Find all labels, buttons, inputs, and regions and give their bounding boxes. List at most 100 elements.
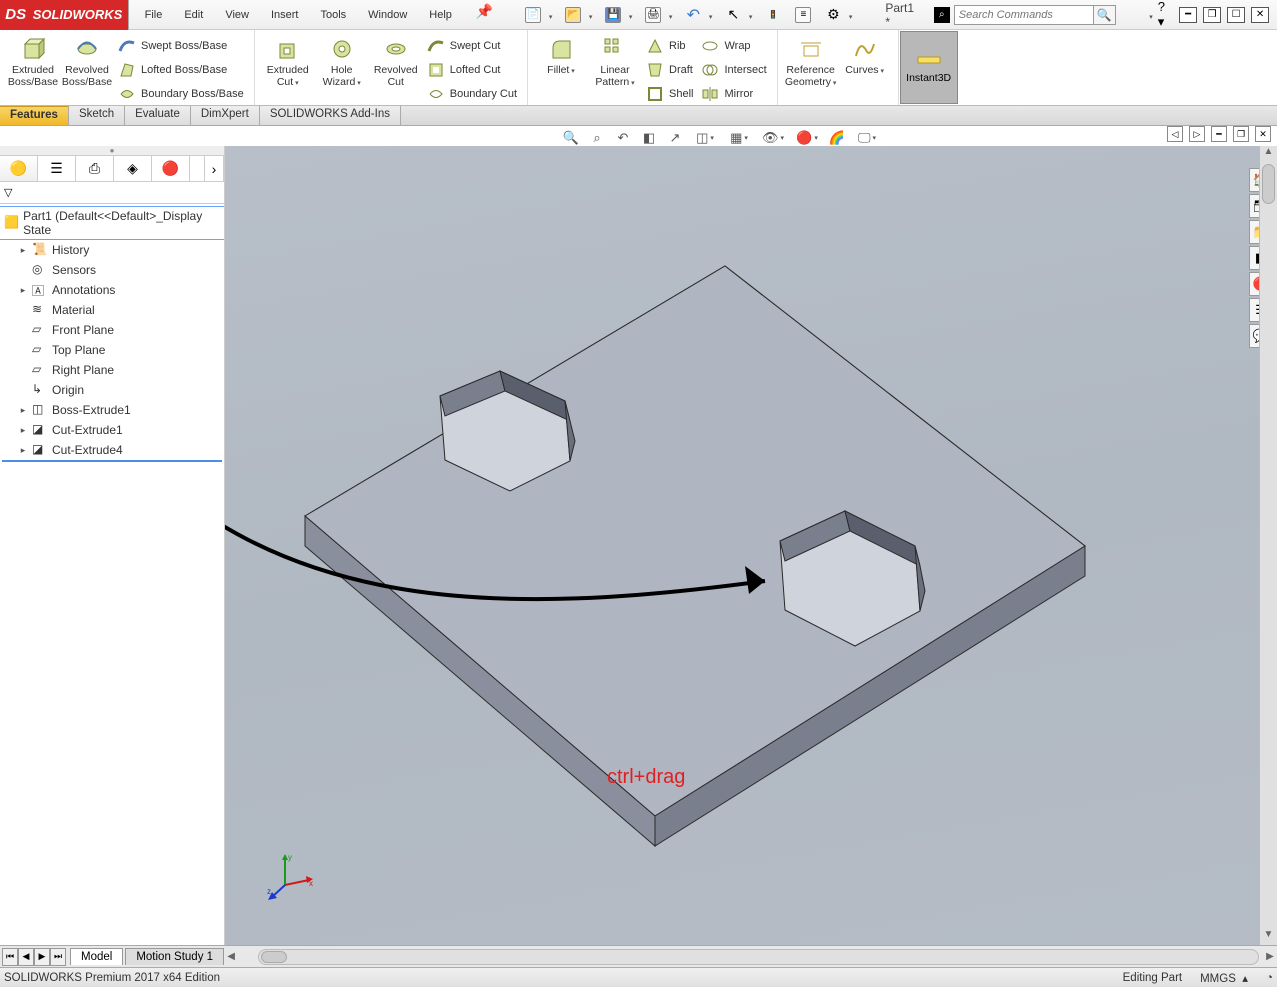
intersect-button[interactable]: Intersect	[699, 58, 768, 82]
lofted-boss-button[interactable]: Lofted Boss/Base	[116, 58, 246, 82]
help-button[interactable]: ? ▾	[1158, 0, 1173, 30]
expand-icon[interactable]: ▸	[18, 405, 28, 416]
pin-icon[interactable]: 📌	[470, 3, 499, 27]
extruded-boss-button[interactable]: Extruded Boss/Base	[6, 32, 60, 103]
draft-button[interactable]: Draft	[644, 58, 695, 82]
tree-filter[interactable]: ▽	[0, 182, 224, 204]
swept-cut-button[interactable]: Swept Cut	[425, 34, 519, 58]
tree-item-right-plane[interactable]: ▱Right Plane	[0, 360, 224, 380]
hscroll-right[interactable]: ▶	[1263, 950, 1277, 964]
tab-prev[interactable]: ◀	[18, 948, 34, 966]
mdi-restore[interactable]: ❐	[1233, 126, 1249, 142]
tree-item-top-plane[interactable]: ▱Top Plane	[0, 340, 224, 360]
swept-boss-button[interactable]: Swept Boss/Base	[116, 34, 246, 58]
menu-window[interactable]: Window	[358, 3, 417, 27]
reference-geometry-button[interactable]: Reference Geometry	[784, 32, 838, 103]
tab-last[interactable]: ⏭	[50, 948, 66, 966]
tree-item-cut-extrude1[interactable]: ▸◪Cut-Extrude1	[0, 420, 224, 440]
linear-pattern-button[interactable]: Linear Pattern	[588, 32, 642, 103]
hole-wizard-button[interactable]: Hole Wizard	[315, 32, 369, 103]
tree-item-material-not-specified-[interactable]: ≋Material	[0, 300, 224, 320]
tab-addins[interactable]: SOLIDWORKS Add-Ins	[260, 106, 401, 125]
model-tab[interactable]: Model	[70, 948, 123, 965]
expand-icon[interactable]: ▸	[18, 425, 28, 436]
vscroll-thumb[interactable]	[1262, 164, 1275, 204]
select-button[interactable]: ↖	[719, 3, 747, 27]
tab-sketch[interactable]: Sketch	[69, 106, 125, 125]
mdi-minimize[interactable]: ━	[1211, 126, 1227, 142]
instant3d-button[interactable]: Instant3D	[900, 31, 958, 104]
minimize-button[interactable]: ━	[1179, 7, 1197, 23]
revolved-cut-button[interactable]: Revolved Cut	[369, 32, 423, 103]
tree-item-front-plane[interactable]: ▱Front Plane	[0, 320, 224, 340]
doc-props-button[interactable]: ≡	[789, 3, 817, 27]
mdi-close[interactable]: ✕	[1255, 126, 1271, 142]
vertical-scrollbar[interactable]: ▲ ▼	[1259, 146, 1277, 945]
options-button[interactable]: ⚙	[819, 3, 847, 27]
property-manager-tab[interactable]: ☰	[38, 156, 76, 181]
rollback-bar[interactable]	[2, 460, 222, 462]
search-options[interactable]	[1120, 3, 1148, 27]
configuration-manager-tab[interactable]: ⎙	[76, 156, 114, 181]
status-customize[interactable]: ◔	[1266, 972, 1273, 984]
menu-tools[interactable]: Tools	[310, 3, 356, 27]
undo-button[interactable]: ↶	[679, 3, 707, 27]
wrap-button[interactable]: Wrap	[699, 34, 768, 58]
restore-button[interactable]: ❐	[1203, 7, 1221, 23]
menu-file[interactable]: File	[135, 3, 173, 27]
mdi-collapse-left[interactable]: ◁	[1167, 126, 1183, 142]
dimxpert-manager-tab[interactable]: ◈	[114, 156, 152, 181]
tab-dimxpert[interactable]: DimXpert	[191, 106, 260, 125]
save-button[interactable]: 💾	[599, 3, 627, 27]
boundary-cut-button[interactable]: Boundary Cut	[425, 82, 519, 106]
vscroll-down[interactable]: ▼	[1260, 929, 1277, 945]
rebuild-button[interactable]: 🚦	[759, 3, 787, 27]
curves-button[interactable]: Curves	[838, 32, 892, 103]
expand-icon[interactable]: ▸	[18, 445, 28, 456]
feature-manager-tab[interactable]: 🟡	[0, 156, 38, 181]
tab-first[interactable]: ⏮	[2, 948, 18, 966]
close-button[interactable]: ✕	[1251, 7, 1269, 23]
menu-edit[interactable]: Edit	[174, 3, 213, 27]
panel-expand[interactable]: ›	[204, 156, 224, 181]
vscroll-up[interactable]: ▲	[1260, 146, 1277, 162]
tree-item-origin[interactable]: ↳Origin	[0, 380, 224, 400]
boundary-boss-button[interactable]: Boundary Boss/Base	[116, 82, 246, 106]
new-button[interactable]: 📄	[519, 3, 547, 27]
revolved-boss-button[interactable]: Revolved Boss/Base	[60, 32, 114, 103]
menu-view[interactable]: View	[215, 3, 259, 27]
search-input[interactable]	[954, 5, 1094, 25]
tree-item-cut-extrude4[interactable]: ▸◪Cut-Extrude4	[0, 440, 224, 460]
expand-icon[interactable]: ▸	[18, 245, 28, 256]
lofted-cut-button[interactable]: Lofted Cut	[425, 58, 519, 82]
menu-help[interactable]: Help	[419, 3, 462, 27]
mirror-button[interactable]: Mirror	[699, 82, 768, 106]
hscroll-left[interactable]: ◀	[224, 950, 238, 964]
hscroll-thumb[interactable]	[261, 951, 287, 963]
menu-insert[interactable]: Insert	[261, 3, 309, 27]
expand-icon[interactable]: ▸	[18, 285, 28, 296]
shell-button[interactable]: Shell	[644, 82, 695, 106]
search-go-button[interactable]: 🔍	[1094, 5, 1116, 25]
open-button[interactable]: 📂	[559, 3, 587, 27]
maximize-button[interactable]: ☐	[1227, 7, 1245, 23]
tab-features[interactable]: Features	[0, 106, 69, 125]
tab-evaluate[interactable]: Evaluate	[125, 106, 191, 125]
panel-grip[interactable]: ●	[0, 146, 224, 156]
tree-item-annotations[interactable]: ▸🄰Annotations	[0, 280, 224, 300]
tab-next[interactable]: ▶	[34, 948, 50, 966]
tree-item-sensors[interactable]: ◎Sensors	[0, 260, 224, 280]
print-button[interactable]: 🖨	[639, 3, 667, 27]
fillet-button[interactable]: Fillet	[534, 32, 588, 103]
graphics-viewport[interactable]: ctrl+drag y x z 🏠 🗃 📁 ◧ 🔴 ☰ 💬 ▲ ▼	[225, 146, 1277, 945]
rib-button[interactable]: Rib	[644, 34, 695, 58]
tree-item-history[interactable]: ▸📜History	[0, 240, 224, 260]
display-manager-tab[interactable]: 🔴	[152, 156, 190, 181]
extruded-cut-button[interactable]: Extruded Cut	[261, 32, 315, 103]
motion-study-tab[interactable]: Motion Study 1	[125, 948, 224, 965]
status-units[interactable]: MMGS ▴	[1200, 971, 1248, 985]
mdi-collapse-right[interactable]: ▷	[1189, 126, 1205, 142]
tree-item-boss-extrude1[interactable]: ▸◫Boss-Extrude1	[0, 400, 224, 420]
horizontal-scrollbar[interactable]	[258, 949, 1259, 965]
tree-root[interactable]: 🟨 Part1 (Default<<Default>_Display State	[0, 206, 224, 240]
